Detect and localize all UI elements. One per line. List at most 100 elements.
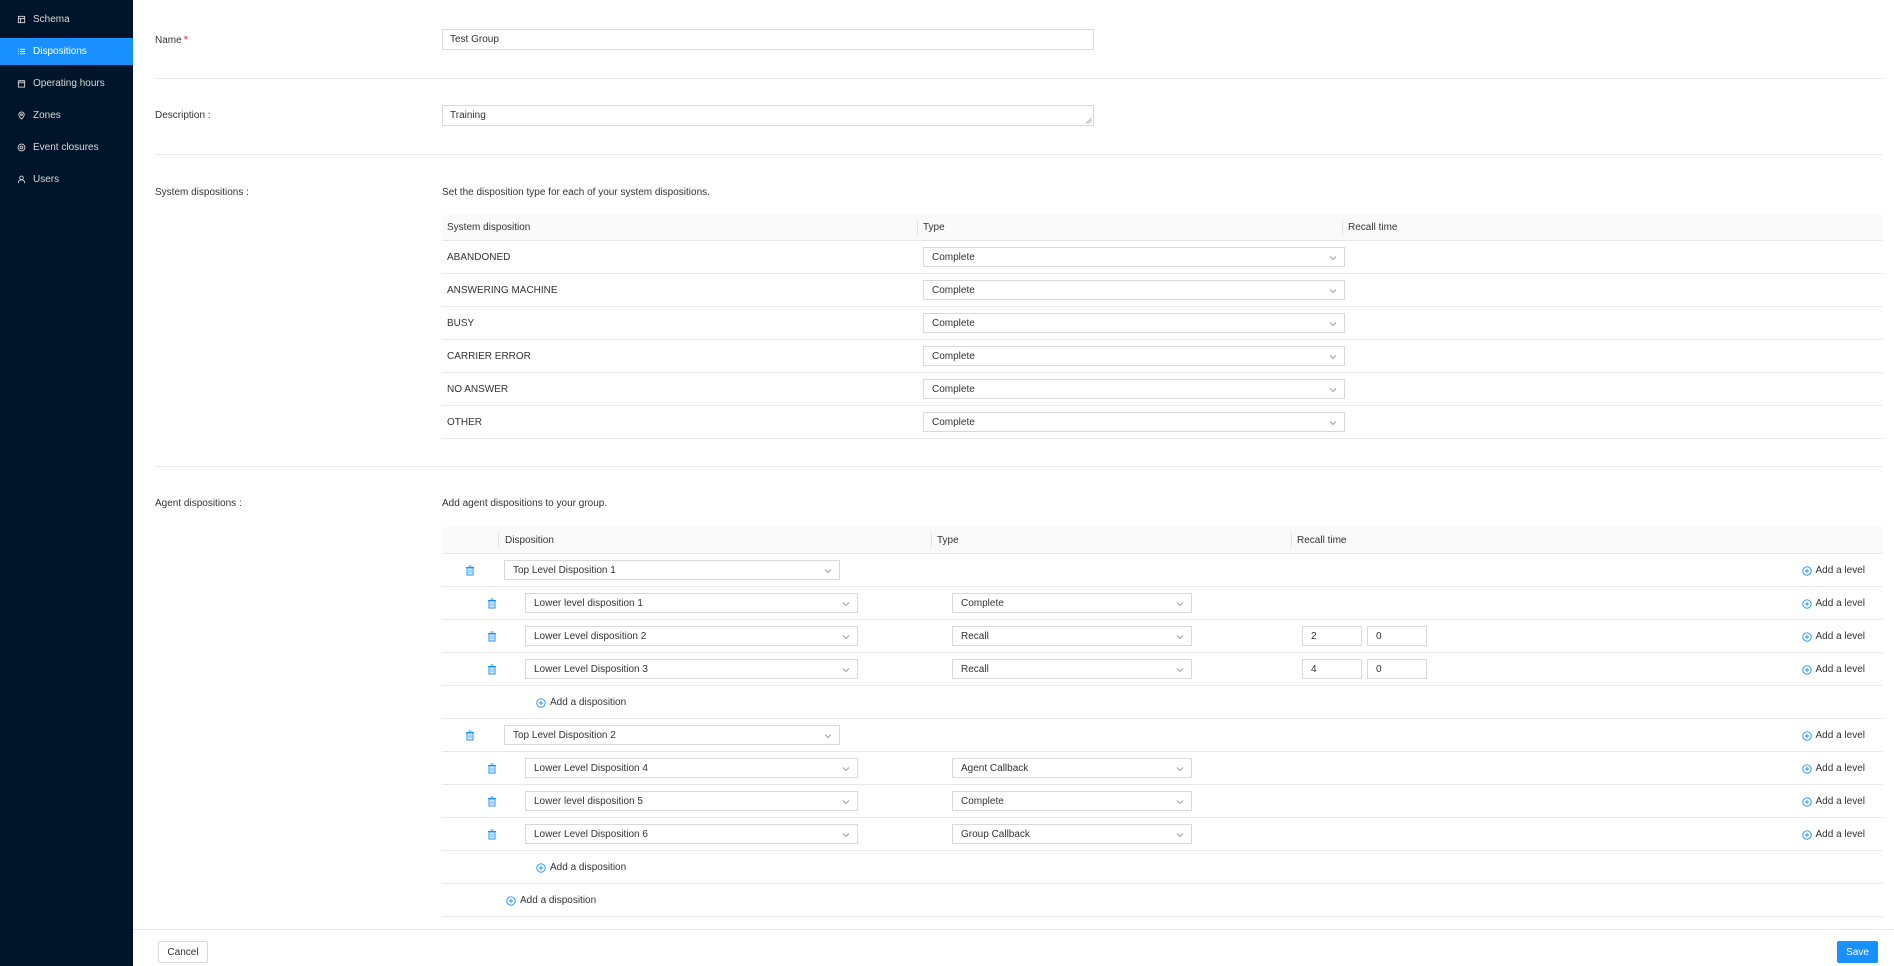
system-disposition-name: BUSY [447,317,475,329]
recall-hours-input[interactable]: 4 [1302,659,1362,679]
recall-minutes-input[interactable]: 0 [1367,659,1427,679]
lower-level-disposition-select[interactable]: Lower level disposition 5 [525,791,858,811]
delete-icon[interactable] [487,796,497,807]
table-row: Lower Level Disposition 3 Recall 4 0 Add… [442,653,1883,686]
column-separator [498,533,499,547]
save-button[interactable]: Save [1837,941,1878,963]
table-row: Lower level disposition 5 Complete Add a… [442,785,1883,818]
sidebar-item-users[interactable]: Users [0,166,133,193]
cancel-button[interactable]: Cancel [158,941,208,963]
type-select-value: Complete [932,416,975,428]
sidebar-item-schema[interactable]: Schema [0,6,133,33]
type-select-value: Complete [961,597,1004,609]
lower-level-disposition-select[interactable]: Lower Level Disposition 6 [525,824,858,844]
type-select[interactable]: Agent Callback [952,758,1192,778]
plus-circle-icon [1801,829,1812,840]
column-header: Type [937,534,959,546]
plus-circle-icon [1801,631,1812,642]
type-select[interactable]: Group Callback [952,824,1192,844]
delete-icon[interactable] [487,829,497,840]
lower-level-disposition-select[interactable]: Lower Level Disposition 3 [525,659,858,679]
type-select[interactable]: Complete [923,313,1345,333]
recall-hours-input[interactable]: 2 [1302,626,1362,646]
delete-icon[interactable] [487,631,497,642]
system-dispositions-label: System dispositions : [155,187,249,198]
delete-icon[interactable] [487,763,497,774]
plus-circle-icon [536,862,546,873]
recall-hours-value: 4 [1311,663,1317,675]
closure-icon [16,143,26,153]
delete-icon[interactable] [465,730,475,741]
system-disposition-name: OTHER [447,416,482,428]
agent-dispositions-helper: Add agent dispositions to your group. [442,498,608,509]
lower-level-disposition-select[interactable]: Lower level disposition 1 [525,593,858,613]
table-row: Lower Level Disposition 6 Group Callback… [442,818,1883,851]
type-select[interactable]: Complete [923,346,1345,366]
type-select-value: Complete [932,350,975,362]
type-select-value: Recall [961,663,989,675]
chevron-down-icon [1329,256,1337,261]
add-level-button[interactable]: Add a level [1801,796,1865,807]
chevron-down-icon [842,668,850,673]
description-textarea-value: Training [450,110,486,121]
add-level-button[interactable]: Add a level [1801,664,1865,675]
recall-hours-value: 2 [1311,630,1317,642]
delete-icon[interactable] [487,598,497,609]
add-disposition-label: Add a disposition [520,895,597,906]
system-disposition-name: ABANDONED [447,251,511,263]
agent-table-header: Disposition Type Recall time [442,527,1883,554]
type-select[interactable]: Recall [952,659,1192,679]
type-select[interactable]: Complete [923,379,1345,399]
add-level-button[interactable]: Add a level [1801,565,1865,576]
add-level-button[interactable]: Add a level [1801,631,1865,642]
recall-minutes-input[interactable]: 0 [1367,626,1427,646]
type-select[interactable]: Complete [952,593,1192,613]
chevron-down-icon [842,602,850,607]
table-row: Lower Level disposition 2 Recall 2 0 Add… [442,620,1883,653]
top-level-disposition-select[interactable]: Top Level Disposition 1 [504,560,840,580]
resize-grip-icon[interactable] [1085,117,1092,124]
lower-level-disposition-select[interactable]: Lower Level Disposition 4 [525,758,858,778]
table-row: Top Level Disposition 1 Add a level [442,554,1883,587]
type-select[interactable]: Complete [952,791,1192,811]
disposition-select-value: Lower Level disposition 2 [534,630,647,642]
sidebar-item-event-closures[interactable]: Event closures [0,134,133,161]
table-row: ABANDONED Complete [442,241,1883,274]
plus-circle-icon [1801,730,1812,741]
column-header: Disposition [505,534,554,546]
list-icon [16,47,26,57]
plus-circle-icon [1801,796,1812,807]
type-select[interactable]: Recall [952,626,1192,646]
calendar-icon [16,79,26,89]
add-disposition-button[interactable]: Add a disposition [506,895,596,906]
add-level-button[interactable]: Add a level [1801,730,1865,741]
delete-icon[interactable] [465,565,475,576]
description-textarea[interactable]: Training [442,105,1094,126]
divider [155,154,1883,155]
type-select-value: Agent Callback [961,762,1029,774]
sidebar-item-operating-hours[interactable]: Operating hours [0,70,133,97]
add-level-button[interactable]: Add a level [1801,598,1865,609]
type-select[interactable]: Complete [923,412,1345,432]
type-select-value: Complete [961,795,1004,807]
chevron-down-icon [1329,355,1337,360]
sidebar-item-dispositions[interactable]: Dispositions [0,38,133,65]
sidebar-item-zones[interactable]: Zones [0,102,133,129]
lower-level-disposition-select[interactable]: Lower Level disposition 2 [525,626,858,646]
top-level-disposition-select[interactable]: Top Level Disposition 2 [504,725,840,745]
add-disposition-label: Add a disposition [550,862,627,873]
add-level-label: Add a level [1815,730,1865,741]
agent-dispositions-label: Agent dispositions : [155,498,242,509]
add-level-label: Add a level [1815,763,1865,774]
table-row: Add a disposition [442,884,1883,917]
add-level-button[interactable]: Add a level [1801,829,1865,840]
add-disposition-button[interactable]: Add a disposition [536,697,626,708]
type-select[interactable]: Complete [923,247,1345,267]
type-select[interactable]: Complete [923,280,1345,300]
chevron-down-icon [1329,289,1337,294]
add-disposition-button[interactable]: Add a disposition [536,862,626,873]
delete-icon[interactable] [487,664,497,675]
name-input[interactable]: Test Group [442,29,1094,50]
add-level-button[interactable]: Add a level [1801,763,1865,774]
chevron-down-icon [1176,767,1184,772]
